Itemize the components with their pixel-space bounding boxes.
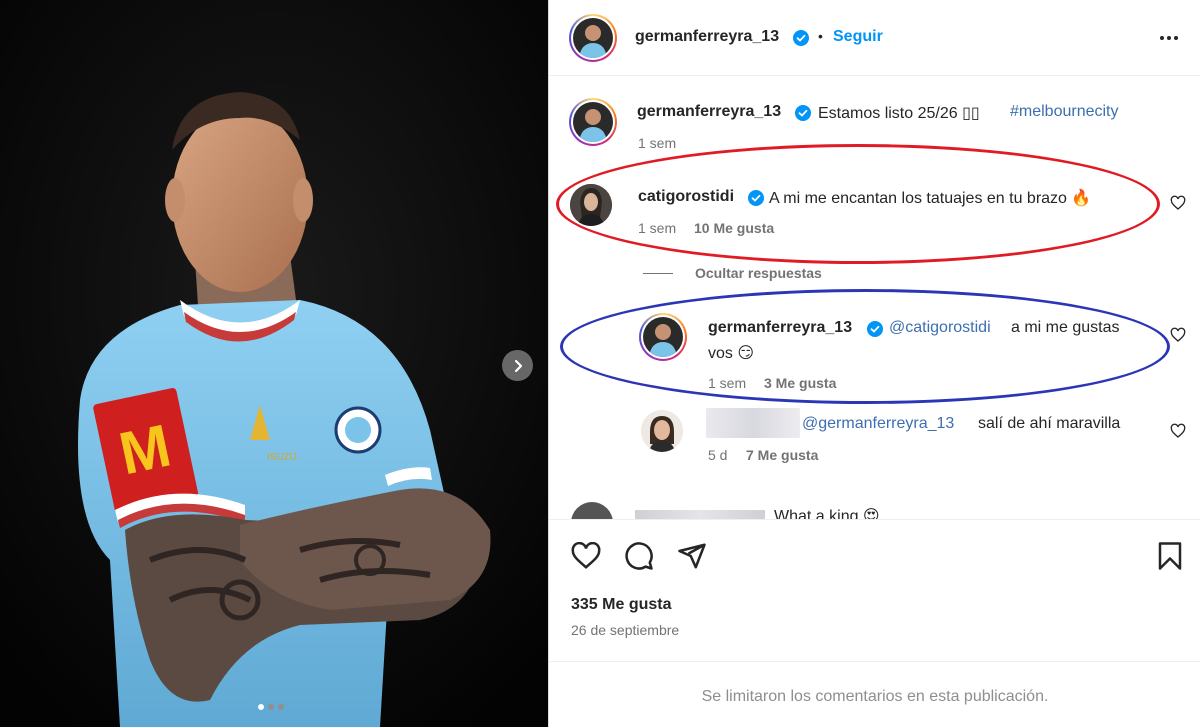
svg-text:ISUZU: ISUZU xyxy=(267,452,297,463)
comment-like-button[interactable] xyxy=(1170,195,1186,211)
heart-icon xyxy=(1170,327,1186,342)
post-image: M ISUZU xyxy=(0,0,548,727)
caption-username[interactable]: germanferreyra_13 xyxy=(637,103,781,121)
post-date: 26 de septiembre xyxy=(571,622,680,638)
caption-avatar[interactable] xyxy=(569,98,617,146)
heart-icon xyxy=(1170,423,1186,438)
blurred-username xyxy=(635,510,765,519)
author-username[interactable]: germanferreyra_13 xyxy=(635,28,779,46)
heart-icon xyxy=(571,541,601,569)
highlight-blue-ellipse xyxy=(560,289,1170,404)
like-button[interactable] xyxy=(571,541,601,570)
follow-button[interactable]: Seguir xyxy=(833,28,883,46)
player-photo: M ISUZU xyxy=(0,0,548,727)
verified-badge-icon xyxy=(795,105,811,126)
likes-count[interactable]: 335 Me gusta xyxy=(571,596,671,614)
replies-divider xyxy=(643,273,673,274)
carousel-dots xyxy=(258,704,284,710)
carousel-dot xyxy=(278,704,284,710)
reply-text: salí de ahí maravilla xyxy=(978,415,1121,432)
carousel-dot xyxy=(258,704,264,710)
send-icon xyxy=(678,543,706,569)
post-header: germanferreyra_13 • Seguir xyxy=(549,0,1200,76)
next-image-button[interactable] xyxy=(502,350,533,381)
reply-likes[interactable]: 7 Me gusta xyxy=(746,447,818,463)
blurred-username xyxy=(706,408,800,438)
caption-text: Estamos listo 25/26 ▯▯ xyxy=(818,105,980,122)
post-actions: 335 Me gusta 26 de septiembre xyxy=(549,519,1200,662)
comment-button[interactable] xyxy=(624,541,654,571)
caption-time: 1 sem xyxy=(638,135,677,151)
chevron-right-icon xyxy=(514,359,522,372)
reply-like-button[interactable] xyxy=(1170,327,1186,343)
author-avatar[interactable] xyxy=(569,14,617,62)
more-options-button[interactable] xyxy=(1157,28,1181,48)
commenter-avatar[interactable] xyxy=(571,502,613,519)
reply-time: 5 d xyxy=(708,447,728,463)
bookmark-icon xyxy=(1158,542,1182,570)
comments-limited-note: Se limitaron los comentarios en esta pub… xyxy=(701,688,1049,705)
header-separator: • xyxy=(818,28,823,44)
carousel-dot xyxy=(268,704,274,710)
reply-avatar[interactable] xyxy=(641,410,683,452)
save-button[interactable] xyxy=(1157,541,1185,571)
reply-mention[interactable]: @germanferreyra_13 xyxy=(802,415,954,433)
hide-replies-button[interactable]: Ocultar respuestas xyxy=(695,265,822,281)
share-button[interactable] xyxy=(677,541,707,571)
heart-icon xyxy=(1170,195,1186,210)
more-horizontal-icon xyxy=(1160,36,1178,40)
partial-comment: What a king 😍 xyxy=(569,500,1181,519)
comment-icon xyxy=(625,542,653,570)
reply-like-button[interactable] xyxy=(1170,423,1186,439)
verified-badge-icon xyxy=(793,30,809,51)
highlight-red-ellipse xyxy=(556,144,1160,264)
caption-hashtag[interactable]: #melbournecity xyxy=(1010,103,1119,121)
comment-text: What a king 😍 xyxy=(774,508,880,519)
